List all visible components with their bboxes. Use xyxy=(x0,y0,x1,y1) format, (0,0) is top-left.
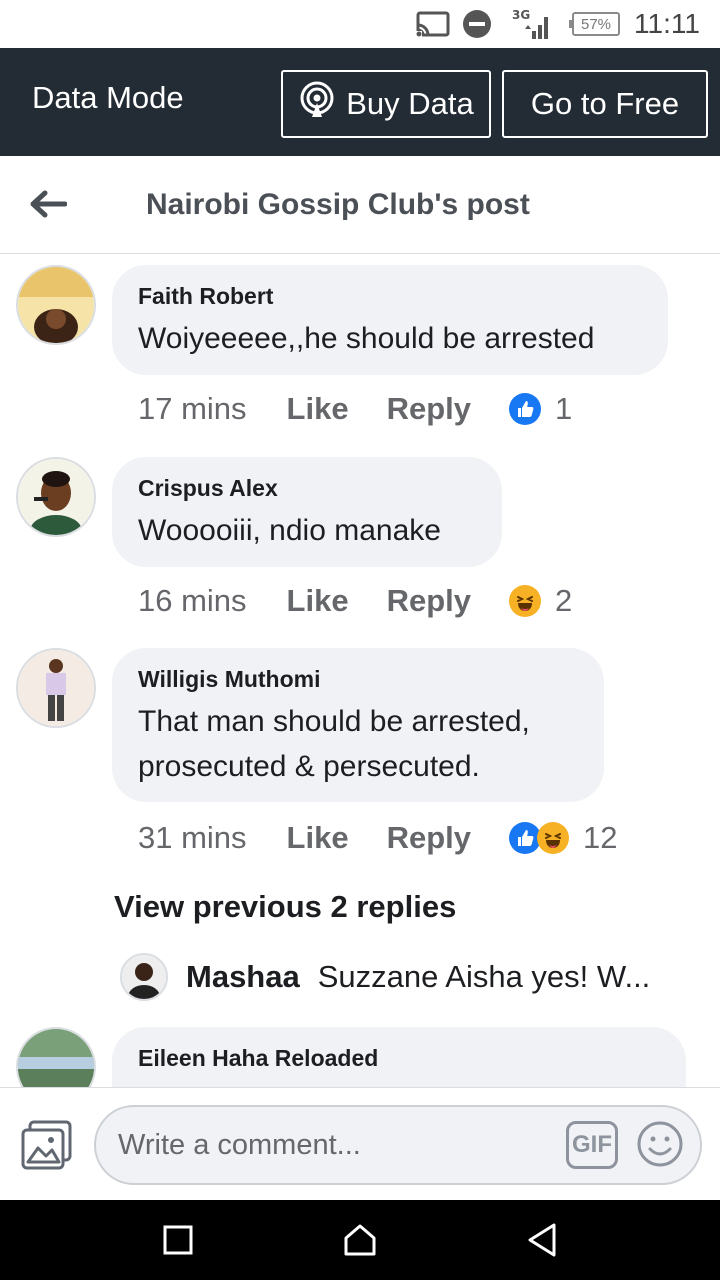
avatar[interactable] xyxy=(16,1027,96,1087)
back-button[interactable] xyxy=(26,182,70,226)
avatar[interactable] xyxy=(16,648,96,728)
back-arrow-icon xyxy=(30,190,67,218)
broadcast-icon xyxy=(298,81,336,127)
comment-text: Wooooiii, ndio manake xyxy=(138,514,441,547)
avatar[interactable] xyxy=(16,265,96,345)
data-mode-bar: Data Mode Buy Data Go to Free xyxy=(0,48,720,156)
square-icon xyxy=(163,1225,193,1255)
buy-data-button[interactable]: Buy Data xyxy=(281,70,491,138)
signal-icon: 3G xyxy=(512,0,552,48)
reply-preview[interactable]: Mashaa Suzzane Aisha yes! W... xyxy=(120,953,650,1001)
battery-icon: 57% xyxy=(569,0,620,48)
gif-button[interactable]: GIF xyxy=(566,1121,618,1169)
reply-text: Suzzane Aisha yes! W... xyxy=(317,959,651,994)
like-button[interactable]: Like xyxy=(287,583,349,619)
comment-bubble[interactable]: Willigis Muthomi That man should be arre… xyxy=(112,648,604,802)
comment-text-line-2: prosecuted & persecuted. xyxy=(138,750,480,783)
view-previous-replies-link[interactable]: View previous 2 replies xyxy=(114,889,456,925)
like-button[interactable]: Like xyxy=(287,391,349,427)
photo-icon xyxy=(21,1120,72,1170)
comment-text: Woiyeeeee,,he should be arrested xyxy=(138,322,595,355)
comment-time[interactable]: 17 mins xyxy=(138,391,247,427)
svg-text:3G: 3G xyxy=(512,8,530,22)
avatar[interactable] xyxy=(120,953,168,1001)
comments-list: Faith Robert Woiyeeeee,,he should be arr… xyxy=(0,255,720,1087)
comment-author[interactable]: Eileen Haha Reloaded xyxy=(138,1045,660,1072)
status-bar: 3G 57% 11:11 xyxy=(0,0,720,48)
post-header: Nairobi Gossip Club's post xyxy=(0,156,720,254)
do-not-disturb-icon xyxy=(462,0,492,48)
cast-icon xyxy=(416,0,450,48)
comment-author[interactable]: Willigis Muthomi xyxy=(138,666,578,693)
reaction-count: 1 xyxy=(555,391,573,426)
reaction-count: 2 xyxy=(555,583,573,618)
comment-author[interactable]: Faith Robert xyxy=(138,283,642,310)
reply-button[interactable]: Reply xyxy=(387,391,471,427)
page-title: Nairobi Gossip Club's post xyxy=(146,188,530,221)
smiley-icon xyxy=(637,1121,683,1167)
comment-time[interactable]: 16 mins xyxy=(138,583,247,619)
reaction-count: 12 xyxy=(583,820,618,855)
triangle-back-icon xyxy=(528,1223,556,1257)
haha-reaction-icon xyxy=(537,822,569,854)
comment-bubble[interactable]: Eileen Haha Reloaded xyxy=(112,1027,686,1087)
haha-reaction-icon xyxy=(509,585,541,617)
battery-level: 57% xyxy=(569,12,620,36)
comment-time[interactable]: 31 mins xyxy=(138,820,247,856)
comment-author[interactable]: Crispus Alex xyxy=(138,475,476,502)
reply-button[interactable]: Reply xyxy=(387,820,471,856)
home-icon xyxy=(344,1224,376,1256)
navigation-bar xyxy=(0,1200,720,1280)
like-reaction-icon xyxy=(509,393,541,425)
comment-actions: 31 mins Like Reply 12 xyxy=(138,818,617,858)
avatar[interactable] xyxy=(16,457,96,537)
comment-bubble[interactable]: Crispus Alex Wooooiii, ndio manake xyxy=(112,457,502,567)
comment-composer: GIF xyxy=(0,1087,720,1200)
reactions[interactable]: 12 xyxy=(509,820,617,856)
comment-text-line-1: That man should be arrested, xyxy=(138,705,530,738)
home-button[interactable] xyxy=(338,1218,382,1262)
recent-apps-button[interactable] xyxy=(156,1218,200,1262)
comment-bubble[interactable]: Faith Robert Woiyeeeee,,he should be arr… xyxy=(112,265,668,375)
like-button[interactable]: Like xyxy=(287,820,349,856)
go-to-free-button[interactable]: Go to Free xyxy=(502,70,708,138)
reactions[interactable]: 1 xyxy=(509,391,572,427)
reply-author[interactable]: Mashaa xyxy=(186,959,300,995)
comment-actions: 16 mins Like Reply 2 xyxy=(138,581,572,621)
reply-button[interactable]: Reply xyxy=(387,583,471,619)
emoji-button[interactable] xyxy=(636,1120,684,1168)
data-mode-label: Data Mode xyxy=(32,80,184,115)
clock: 11:11 xyxy=(634,8,700,39)
comment-actions: 17 mins Like Reply 1 xyxy=(138,389,572,429)
back-nav-button[interactable] xyxy=(520,1218,564,1262)
add-photo-button[interactable] xyxy=(20,1118,74,1172)
reactions[interactable]: 2 xyxy=(509,583,572,619)
buy-data-label: Buy Data xyxy=(346,86,474,121)
